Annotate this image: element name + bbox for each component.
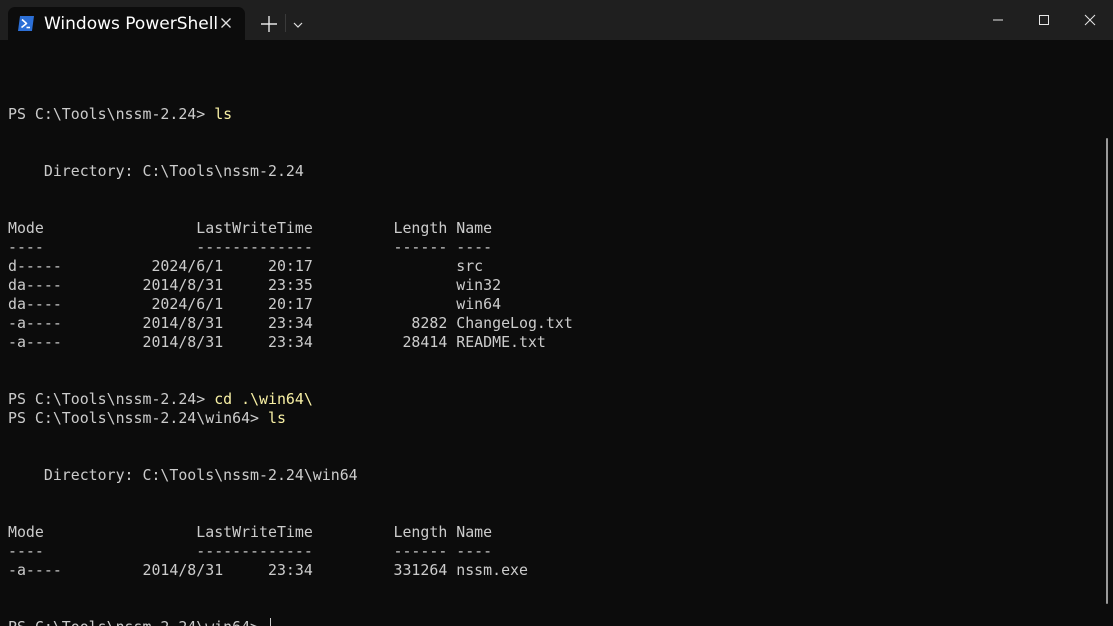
line-text: Directory: C:\Tools\nssm-2.24\win64 bbox=[8, 466, 358, 484]
command-text: cd .\win64\ bbox=[214, 390, 313, 408]
line-text: -a---- 2014/8/31 23:34 8282 ChangeLog.tx… bbox=[8, 314, 573, 332]
line-text: PS C:\Tools\nssm-2.24\win64> bbox=[8, 409, 268, 427]
line-text: Mode LastWriteTime Length Name bbox=[8, 219, 493, 237]
line-text: ---- ------------- ------ ---- bbox=[8, 238, 493, 256]
line-text: ---- ------------- ------ ---- bbox=[8, 542, 493, 560]
title-bar: Windows PowerShell bbox=[0, 0, 1113, 40]
terminal-line: ---- ------------- ------ ---- bbox=[8, 542, 1098, 561]
terminal-line: Mode LastWriteTime Length Name bbox=[8, 219, 1098, 238]
close-icon bbox=[1084, 14, 1096, 26]
terminal-line: Directory: C:\Tools\nssm-2.24 bbox=[8, 162, 1098, 181]
tab-title: Windows PowerShell bbox=[44, 14, 219, 34]
maximize-button[interactable] bbox=[1021, 0, 1067, 40]
terminal-window: Windows PowerShell PS C:\Tools\nssm-2.24… bbox=[0, 0, 1113, 626]
line-text: -a---- 2014/8/31 23:34 331264 nssm.exe bbox=[8, 561, 528, 579]
terminal-line: -a---- 2014/8/31 23:34 331264 nssm.exe bbox=[8, 561, 1098, 580]
terminal-line: PS C:\Tools\nssm-2.24\win64> bbox=[8, 618, 1098, 626]
line-text: Directory: C:\Tools\nssm-2.24 bbox=[8, 162, 304, 180]
terminal-output[interactable]: PS C:\Tools\nssm-2.24> ls Directory: C:\… bbox=[8, 86, 1098, 626]
tab-separator bbox=[285, 14, 286, 32]
terminal-line: -a---- 2014/8/31 23:34 28414 README.txt bbox=[8, 333, 1098, 352]
text-cursor bbox=[269, 618, 271, 626]
line-text: Mode LastWriteTime Length Name bbox=[8, 523, 493, 541]
terminal-line: PS C:\Tools\nssm-2.24> ls bbox=[8, 105, 1098, 124]
terminal-line: PS C:\Tools\nssm-2.24\win64> ls bbox=[8, 409, 1098, 428]
tab-windows-powershell[interactable]: Windows PowerShell bbox=[8, 7, 245, 40]
terminal-line: da---- 2014/8/31 23:35 win32 bbox=[8, 276, 1098, 295]
line-text: PS C:\Tools\nssm-2.24\win64> bbox=[8, 618, 268, 626]
terminal-line: -a---- 2014/8/31 23:34 8282 ChangeLog.tx… bbox=[8, 314, 1098, 333]
terminal-line: Mode LastWriteTime Length Name bbox=[8, 523, 1098, 542]
close-window-button[interactable] bbox=[1067, 0, 1113, 40]
line-text: -a---- 2014/8/31 23:34 28414 README.txt bbox=[8, 333, 546, 351]
plus-icon[interactable] bbox=[259, 14, 279, 34]
terminal-line: d----- 2024/6/1 20:17 src bbox=[8, 257, 1098, 276]
line-text: PS C:\Tools\nssm-2.24> bbox=[8, 105, 215, 123]
command-text: ls bbox=[214, 105, 233, 123]
minimize-button[interactable] bbox=[975, 0, 1021, 40]
terminal-line: ---- ------------- ------ ---- bbox=[8, 238, 1098, 257]
maximize-icon bbox=[1039, 15, 1049, 25]
terminal-line: da---- 2024/6/1 20:17 win64 bbox=[8, 295, 1098, 314]
line-text: da---- 2024/6/1 20:17 win64 bbox=[8, 295, 502, 313]
terminal-line: Directory: C:\Tools\nssm-2.24\win64 bbox=[8, 466, 1098, 485]
line-text: PS C:\Tools\nssm-2.24> bbox=[8, 390, 215, 408]
line-text: da---- 2014/8/31 23:35 win32 bbox=[8, 276, 502, 294]
chevron-down-icon[interactable] bbox=[292, 18, 304, 30]
minimize-icon bbox=[993, 19, 1003, 21]
terminal-line: PS C:\Tools\nssm-2.24> cd .\win64\ bbox=[8, 390, 1098, 409]
command-text: ls bbox=[267, 409, 286, 427]
scrollbar[interactable] bbox=[1106, 138, 1108, 604]
close-icon[interactable] bbox=[219, 16, 233, 30]
powershell-icon bbox=[17, 15, 35, 32]
line-text: d----- 2024/6/1 20:17 src bbox=[8, 257, 484, 275]
